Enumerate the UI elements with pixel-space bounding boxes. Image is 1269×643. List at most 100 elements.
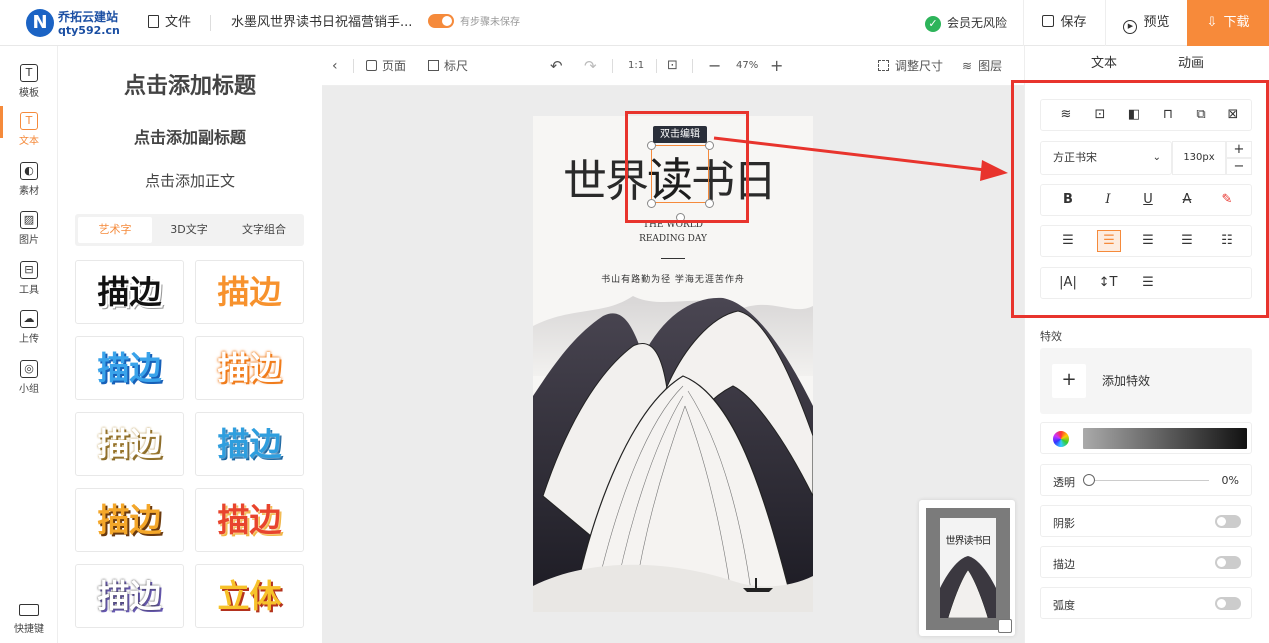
divider: [612, 59, 613, 73]
rail-item-tools[interactable]: ⊟ 工具: [0, 255, 58, 303]
tab-3d-text[interactable]: 3D文字: [152, 217, 226, 243]
tab-animation[interactable]: 动画: [1151, 46, 1231, 82]
rail-item-upload[interactable]: ☁ 上传: [0, 304, 58, 352]
font-size-decrease-icon[interactable]: −: [1226, 158, 1252, 175]
align-left-icon[interactable]: ☰: [1049, 226, 1087, 256]
art-text-sample[interactable]: 描边: [75, 260, 184, 324]
art-text-sample[interactable]: 描边: [75, 336, 184, 400]
document-title[interactable]: 水墨风世界读书日祝福营销手...: [231, 0, 412, 46]
opacity-slider-track[interactable]: [1089, 480, 1209, 481]
page-thumbnail[interactable]: 世界读书日: [919, 500, 1015, 636]
art-text-sample[interactable]: 描边: [195, 412, 304, 476]
rail-item-templates[interactable]: T 模板: [0, 58, 58, 106]
justify-icon[interactable]: ☰: [1168, 226, 1206, 256]
undo-icon[interactable]: ↶: [550, 46, 563, 86]
brand-logo[interactable]: N 乔拓云建站 qty592.cn: [22, 5, 132, 41]
shirt-icon: T: [20, 64, 38, 82]
zoom-in-icon[interactable]: +: [770, 46, 783, 86]
curve-toggle[interactable]: [1215, 597, 1241, 610]
collapse-panel-icon[interactable]: ‹: [332, 46, 338, 86]
art-text-sample[interactable]: 描边: [75, 412, 184, 476]
download-button[interactable]: ⇩ 下载: [1187, 0, 1269, 46]
rail-item-images[interactable]: ▨ 图片: [0, 205, 58, 253]
align-center-icon[interactable]: ⊡: [1081, 100, 1119, 130]
redo-icon[interactable]: ↷: [584, 46, 597, 86]
risk-status[interactable]: ✓ 会员无风险: [925, 0, 1007, 46]
toolbox-icon: ⊟: [20, 261, 38, 279]
tab-art-text[interactable]: 艺术字: [78, 217, 152, 243]
add-title-button[interactable]: 点击添加标题: [58, 68, 322, 100]
opacity-row: 透明 0%: [1040, 464, 1252, 496]
zoom-out-icon[interactable]: −: [708, 46, 721, 86]
poster-slogan[interactable]: 书山有路勤为径 学海无涯苦作舟: [533, 272, 813, 285]
gradient-swatch[interactable]: [1083, 428, 1247, 449]
font-family-select[interactable]: 方正书宋 ⌄: [1040, 141, 1172, 175]
delete-icon[interactable]: ⊠: [1214, 100, 1252, 130]
rail-item-shortcuts[interactable]: 快捷键: [0, 598, 58, 643]
list-icon[interactable]: ☰: [1129, 268, 1167, 298]
annotation-highlight-box: [625, 111, 749, 223]
save-icon: [1042, 15, 1055, 27]
font-size-increase-icon[interactable]: +: [1226, 141, 1252, 158]
preview-button[interactable]: ▶ 预览: [1105, 0, 1187, 46]
rail-item-group[interactable]: ◎ 小组: [0, 354, 58, 402]
line-height-icon[interactable]: ↕T: [1089, 268, 1127, 298]
font-size-input[interactable]: 130px: [1172, 141, 1226, 175]
color-picker-row[interactable]: [1040, 422, 1252, 454]
text-icon: T: [20, 112, 38, 130]
align-right-icon[interactable]: ☰: [1129, 226, 1167, 256]
tab-text[interactable]: 文本: [1064, 46, 1144, 82]
layers-icon: ≋: [962, 59, 973, 73]
strikethrough-icon[interactable]: A: [1168, 185, 1206, 215]
underline-icon[interactable]: U: [1129, 185, 1167, 215]
text-color-icon[interactable]: ✎: [1208, 185, 1246, 215]
add-effect-button[interactable]: + 添加特效: [1040, 348, 1252, 414]
flip-icon[interactable]: ◧: [1115, 100, 1153, 130]
file-menu[interactable]: 文件: [148, 0, 191, 46]
align-center-text-icon[interactable]: ☰: [1097, 230, 1121, 252]
art-text-sample[interactable]: 描边: [75, 488, 184, 552]
zoom-level[interactable]: 47%: [736, 46, 758, 86]
poster-english-line[interactable]: READING DAY: [533, 234, 813, 244]
art-text-sample[interactable]: 描边: [75, 564, 184, 628]
add-subtitle-button[interactable]: 点击添加副标题: [58, 124, 322, 148]
shadow-toggle[interactable]: [1215, 515, 1241, 528]
color-wheel-icon[interactable]: [1053, 431, 1069, 447]
actual-size-button[interactable]: 1:1: [628, 46, 644, 86]
stroke-toggle[interactable]: [1215, 556, 1241, 569]
stroke-label: 描边: [1053, 558, 1075, 571]
rail-item-label: 图片: [19, 235, 39, 246]
expand-thumbnail-icon[interactable]: [998, 619, 1012, 633]
rail-item-materials[interactable]: ◐ 素材: [0, 156, 58, 204]
play-circle-icon: ▶: [1123, 20, 1138, 34]
rail-item-text[interactable]: T 文本: [0, 106, 58, 154]
layer-order-icon[interactable]: ≋: [1047, 100, 1085, 130]
art-text-sample[interactable]: 描边: [195, 336, 304, 400]
check-circle-icon: ✓: [925, 15, 941, 32]
tab-text-combo[interactable]: 文字组合: [227, 217, 301, 243]
italic-icon[interactable]: I: [1089, 185, 1127, 215]
layers-button[interactable]: ≋ 图层: [962, 46, 1002, 86]
ink-mountain-books-illustration[interactable]: [533, 286, 813, 612]
add-body-button[interactable]: 点击添加正文: [58, 170, 322, 191]
layers-button-label: 图层: [978, 59, 1003, 73]
letter-spacing-icon[interactable]: |A|: [1049, 268, 1087, 298]
distribute-icon[interactable]: ☷: [1208, 226, 1246, 256]
chevron-down-icon: ⌄: [1152, 152, 1161, 163]
autosave-toggle[interactable]: 有步骤未保存: [428, 0, 520, 46]
art-text-sample[interactable]: 描边: [195, 488, 304, 552]
shadow-label: 阴影: [1053, 517, 1075, 530]
ruler-button[interactable]: 标尺: [428, 46, 468, 86]
arrange-toolbar: ≋ ⊡ ◧ ⊓ ⧉ ⊠: [1040, 99, 1252, 131]
text-style-toolbar: B I U A ✎: [1040, 184, 1252, 216]
download-icon: ⇩: [1206, 15, 1218, 30]
save-button[interactable]: 保存: [1023, 0, 1105, 46]
page-button[interactable]: 页面: [366, 46, 406, 86]
autosave-switch-icon: [428, 14, 454, 28]
art-text-sample[interactable]: 立体: [195, 564, 304, 628]
resize-button[interactable]: 调整尺寸: [878, 46, 943, 86]
bold-icon[interactable]: B: [1049, 185, 1087, 215]
art-text-sample[interactable]: 描边: [195, 260, 304, 324]
opacity-slider-handle[interactable]: [1083, 474, 1095, 486]
fit-screen-icon[interactable]: ⊡: [667, 46, 678, 86]
